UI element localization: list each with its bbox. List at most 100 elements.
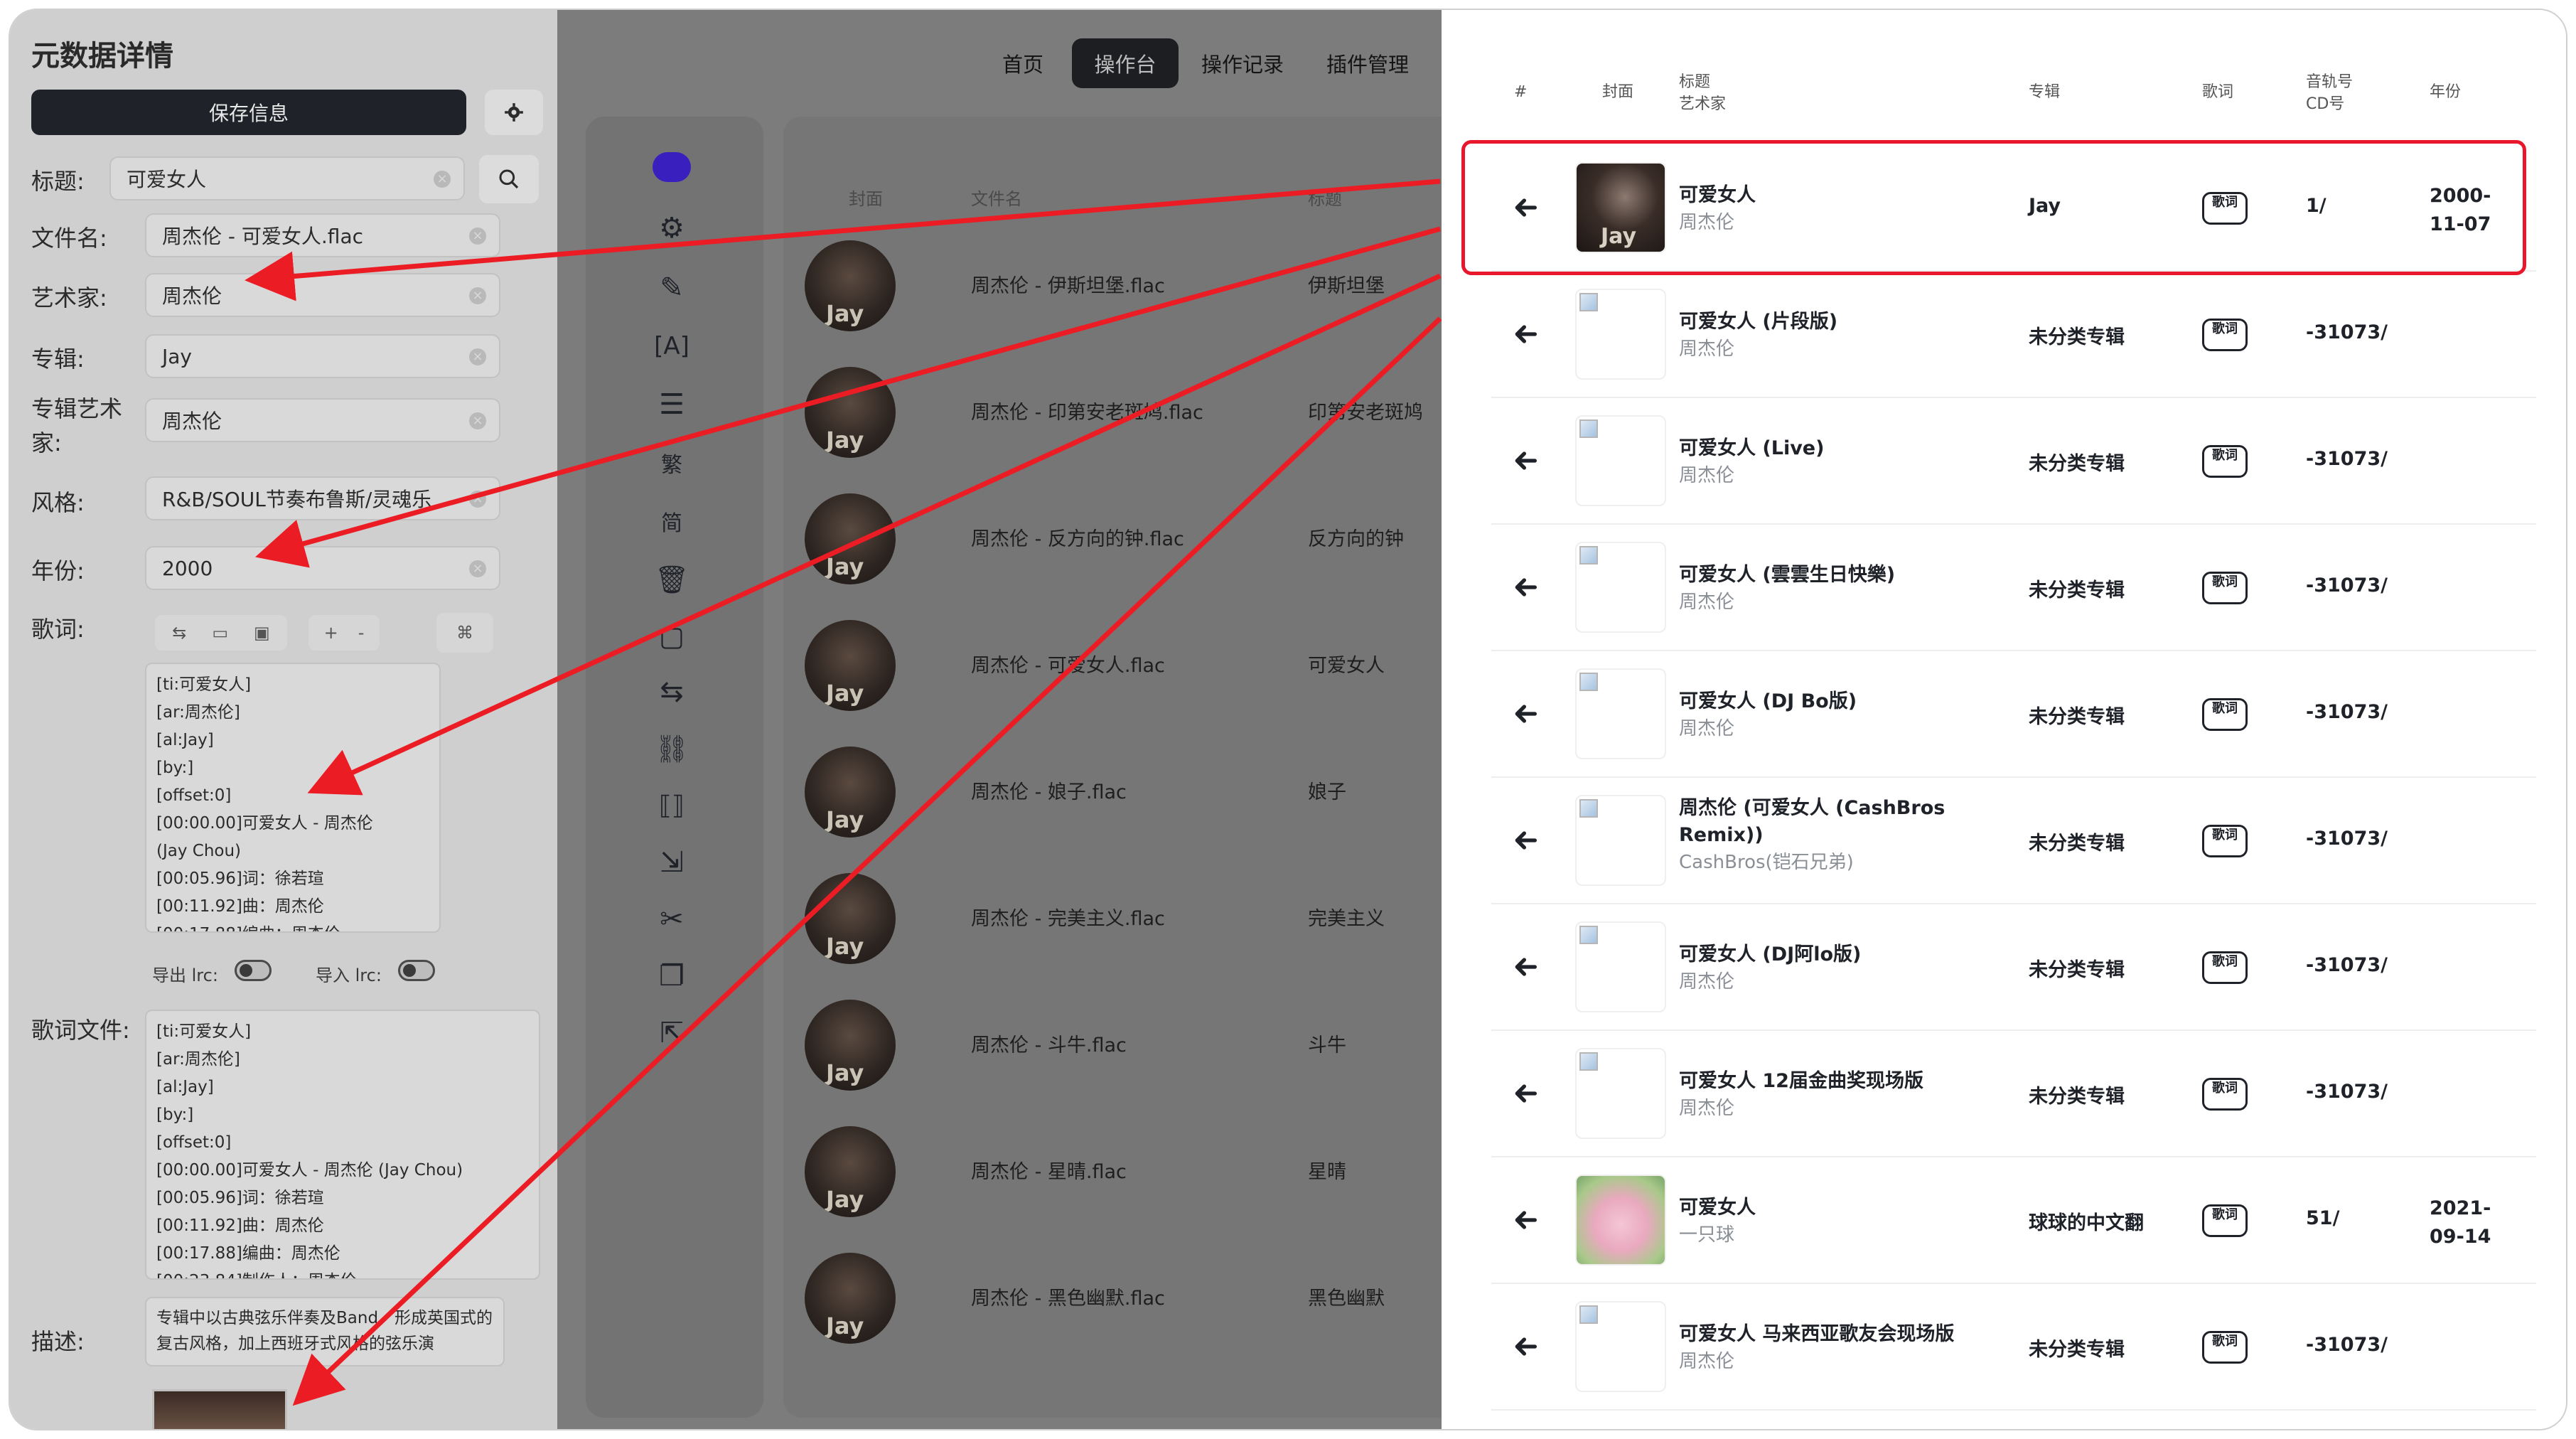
format-icon[interactable]: ▭ xyxy=(212,623,228,643)
result-row[interactable]: 可爱女人 (DJ阿lo版) 周杰伦 未分类专辑 歌词 -31073/ xyxy=(1491,904,2536,1031)
file-row[interactable]: Jay 周杰伦 - 反方向的钟.flac 反方向的钟 xyxy=(783,476,1442,603)
result-artist: 周杰伦 xyxy=(1679,971,1735,993)
filename-value: 周杰伦 - 可爱女人.flac xyxy=(162,225,363,248)
layers-icon[interactable]: ☰ xyxy=(653,385,691,424)
apply-arrow-icon[interactable] xyxy=(1511,953,1540,981)
simplified-chinese-icon[interactable]: 简 xyxy=(653,502,691,540)
apply-arrow-icon[interactable] xyxy=(1511,320,1540,348)
clear-icon[interactable]: × xyxy=(469,348,486,365)
result-track: -31073/ xyxy=(2306,574,2388,597)
lyrics-badge[interactable]: 歌词 xyxy=(2202,951,2248,984)
lyrics-badge[interactable]: 歌词 xyxy=(2202,1331,2248,1364)
file-row[interactable]: Jay 周杰伦 - 黑色幽默.flac 黑色幽默 xyxy=(783,1236,1442,1362)
file-row[interactable]: Jay 周杰伦 - 完美主义.flac 完美主义 xyxy=(783,856,1442,983)
result-row[interactable]: 可爱女人 (Live) 周杰伦 未分类专辑 歌词 -31073/ xyxy=(1491,398,2536,525)
apply-arrow-icon[interactable] xyxy=(1511,573,1540,601)
settings-icon[interactable]: ⚙ xyxy=(653,209,691,247)
year-input[interactable]: 2000 × xyxy=(145,546,500,590)
import-icon[interactable]: ⇲ xyxy=(653,843,691,882)
tools-icon[interactable]: ✂ xyxy=(653,900,691,938)
clear-icon[interactable]: × xyxy=(469,491,486,508)
import-lrc-toggle[interactable] xyxy=(398,960,435,981)
brand-dot-icon[interactable] xyxy=(653,148,691,186)
artist-input[interactable]: 周杰伦 × xyxy=(145,273,500,317)
apply-arrow-icon[interactable] xyxy=(1511,700,1540,728)
result-row[interactable]: 可爱女人 马来西亚歌友会现场版 周杰伦 未分类专辑 歌词 -31073/ xyxy=(1491,1284,2536,1411)
lyrics-badge[interactable]: 歌词 xyxy=(2202,825,2248,857)
file-row[interactable]: Jay 周杰伦 - 星晴.flac 星晴 xyxy=(783,1109,1442,1236)
apply-arrow-icon[interactable] xyxy=(1511,1206,1540,1234)
lyrics-badge[interactable]: 歌词 xyxy=(2202,1078,2248,1111)
file-row[interactable]: Jay 周杰伦 - 伊斯坦堡.flac 伊斯坦堡 xyxy=(783,223,1442,350)
cover-image xyxy=(1575,1048,1666,1139)
lyrics-badge[interactable]: 歌词 xyxy=(2202,572,2248,604)
genre-input[interactable]: R&B/SOUL节奏布鲁斯/灵魂乐 × xyxy=(145,476,500,520)
file-name: 周杰伦 - 可爱女人.flac xyxy=(971,655,1165,677)
translate-icon[interactable]: ⇆ xyxy=(172,623,186,643)
result-row[interactable]: 周杰伦 (可爱女人 (CashBros Remix)) CashBros(铠石兄弟… xyxy=(1491,778,2536,904)
album-artist-value: 周杰伦 xyxy=(162,410,222,433)
export-icon[interactable]: ⇱ xyxy=(653,1014,691,1052)
clear-icon[interactable]: × xyxy=(469,560,486,577)
album-artist-input[interactable]: 周杰伦 × xyxy=(145,398,500,442)
lyrics-badge[interactable]: 歌词 xyxy=(2202,445,2248,478)
file-list: 封面 文件名 标题 Jay 周杰伦 - 伊斯坦堡.flac 伊斯坦堡 Jay 周杰伦 … xyxy=(783,117,1442,1418)
lyric-file-textarea[interactable]: [ti:可爱女人] [ar:周杰伦] [al:Jay] [by:] [offse… xyxy=(145,1010,540,1280)
paste-icon[interactable]: ▣ xyxy=(254,623,270,643)
traditional-chinese-icon[interactable]: 繁 xyxy=(653,444,691,482)
gear-icon xyxy=(505,103,523,122)
save-info-button[interactable]: 保存信息 xyxy=(31,90,466,135)
offset-minus-button[interactable]: - xyxy=(358,623,365,643)
search-button[interactable] xyxy=(479,155,539,203)
translate-lyrics-button[interactable]: ⌘ xyxy=(436,613,493,653)
apply-arrow-icon[interactable] xyxy=(1511,446,1540,475)
cover-image: Jay xyxy=(805,493,896,584)
nav-history[interactable]: 操作记录 xyxy=(1186,38,1299,88)
description-textarea[interactable]: 专辑中以古典弦乐伴奏及Band，形成英国式的复古风格，加上西班牙式风格的弦乐演 xyxy=(145,1297,505,1366)
lyrics-badge[interactable]: 歌词 xyxy=(2202,319,2248,351)
result-row[interactable]: 可爱女人 (DJ Bo版) 周杰伦 未分类专辑 歌词 -31073/ xyxy=(1491,651,2536,778)
lyrics-textarea[interactable]: [ti:可爱女人] [ar:周杰伦] [al:Jay] [by:] [offse… xyxy=(145,663,441,933)
file-row[interactable]: Jay 周杰伦 - 可爱女人.flac 可爱女人 xyxy=(783,603,1442,729)
file-name: 周杰伦 - 星晴.flac xyxy=(971,1161,1127,1183)
lyrics-badge[interactable]: 歌词 xyxy=(2202,1204,2248,1237)
apply-arrow-icon[interactable] xyxy=(1511,1079,1540,1108)
convert-icon[interactable]: ⟦⟧ xyxy=(653,786,691,825)
delete-icon[interactable]: 🗑 xyxy=(653,560,691,599)
result-title: 可爱女人 12届金曲奖现场版 xyxy=(1679,1070,1923,1092)
result-album: 未分类专辑 xyxy=(2029,1339,2125,1361)
result-row[interactable]: 可爱女人 一只球 球球的中文翻 歌词 51/2021- 09-14 xyxy=(1491,1157,2536,1284)
copy-icon[interactable]: ❐ xyxy=(653,957,691,995)
file-name: 周杰伦 - 完美主义.flac xyxy=(971,908,1165,930)
export-lrc-toggle[interactable] xyxy=(235,960,272,981)
swap-icon[interactable]: ⇆ xyxy=(653,673,691,711)
link-icon[interactable]: ⛓ xyxy=(653,729,691,768)
result-artist: 周杰伦 xyxy=(1679,592,1735,613)
clear-icon[interactable]: × xyxy=(469,228,486,245)
nav-workbench[interactable]: 操作台 xyxy=(1072,38,1179,88)
file-row[interactable]: Jay 周杰伦 - 娘子.flac 娘子 xyxy=(783,729,1442,856)
result-row[interactable]: 可爱女人 (片段版) 周杰伦 未分类专辑 歌词 -31073/ xyxy=(1491,272,2536,398)
settings-button[interactable] xyxy=(485,90,543,135)
apply-arrow-icon[interactable] xyxy=(1511,1332,1540,1361)
filename-input[interactable]: 周杰伦 - 可爱女人.flac × xyxy=(145,213,500,257)
calendar-icon[interactable]: ▢ xyxy=(653,617,691,656)
file-row[interactable]: Jay 周杰伦 - 斗牛.flac 斗牛 xyxy=(783,983,1442,1109)
result-row[interactable]: 可爱女人 12届金曲奖现场版 周杰伦 未分类专辑 歌词 -31073/ xyxy=(1491,1031,2536,1157)
offset-plus-button[interactable]: + xyxy=(324,623,338,643)
file-row[interactable]: Jay 周杰伦 - 印第安老斑鸠.flac 印第安老斑鸠 xyxy=(783,350,1442,476)
cover-image: Jay xyxy=(805,620,896,711)
auto-tag-icon[interactable]: [A] xyxy=(653,327,691,365)
nav-plugins[interactable]: 插件管理 xyxy=(1311,38,1424,88)
edit-icon[interactable]: ✎ xyxy=(653,269,691,307)
cover-image[interactable] xyxy=(152,1389,287,1429)
album-input[interactable]: Jay × xyxy=(145,334,500,378)
result-row[interactable]: 可爱女人 (雲雲生日快樂) 周杰伦 未分类专辑 歌词 -31073/ xyxy=(1491,525,2536,651)
lyrics-badge[interactable]: 歌词 xyxy=(2202,698,2248,731)
clear-icon[interactable]: × xyxy=(469,412,486,429)
clear-icon[interactable]: × xyxy=(469,287,486,304)
title-input[interactable]: 可爱女人 × xyxy=(109,156,465,200)
apply-arrow-icon[interactable] xyxy=(1511,826,1540,855)
clear-icon[interactable]: × xyxy=(434,171,451,188)
nav-home[interactable]: 首页 xyxy=(984,38,1062,88)
